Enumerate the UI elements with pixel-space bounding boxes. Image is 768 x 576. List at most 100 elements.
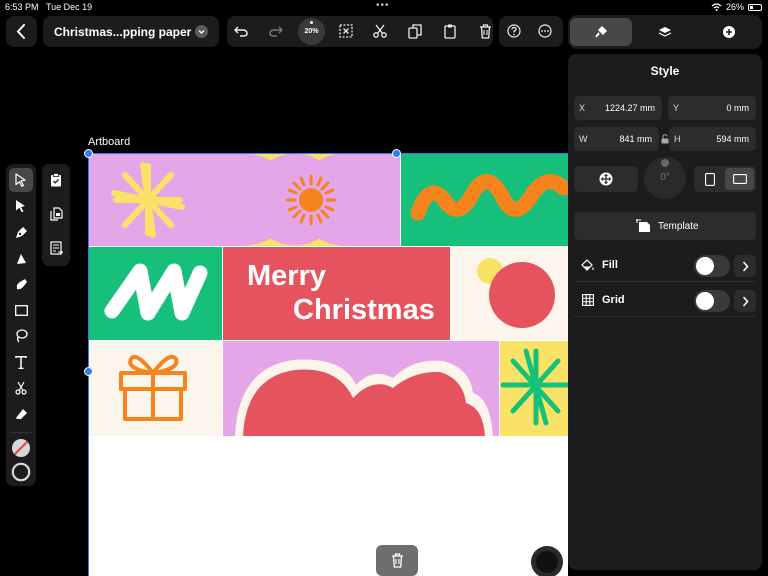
pencil-tool[interactable] [9,246,33,270]
paste-icon[interactable] [440,21,460,41]
app-window: 6:53 PM Tue Dec 19 ••• 26% Christmas...p… [0,0,768,576]
selection-edge-left [88,153,89,576]
tile-gift[interactable] [88,341,222,436]
tile-green-zigzag[interactable] [88,247,222,340]
status-bar: 6:53 PM Tue Dec 19 ••• 26% [0,0,768,14]
document-pages-icon [49,207,63,221]
chevron-down-icon [195,25,208,38]
back-button[interactable] [6,16,37,47]
assistive-touch-button[interactable] [531,546,563,576]
cut-icon[interactable] [370,21,390,41]
width-field[interactable]: W 841 mm [574,127,659,151]
height-label: H [674,134,681,144]
status-right: 26% [711,2,762,12]
tile-yellow-star[interactable] [500,341,568,436]
y-value: 0 mm [726,103,750,113]
tab-layers[interactable] [634,18,696,46]
more-options-icon[interactable] [536,22,554,40]
export-button[interactable] [44,236,68,260]
lasso-tool[interactable] [9,324,33,348]
tile-ornament[interactable] [451,247,568,340]
brush-icon [595,26,607,38]
floating-delete-button[interactable] [376,545,418,576]
template-label: Template [658,221,699,232]
text-icon [15,355,27,369]
grid-row: Grid [574,285,756,317]
tab-add[interactable] [698,18,760,46]
scissors-tool[interactable] [9,376,33,400]
status-date: Tue Dec 19 [46,2,93,12]
clipboard-button[interactable] [44,168,68,192]
tile-pink-hills[interactable] [223,341,499,436]
resize-handle-top-left[interactable] [84,149,93,158]
fill-label: Fill [602,259,618,271]
template-button[interactable]: Template [574,212,756,240]
headline-line-2[interactable]: Christmas [293,294,435,326]
zoom-indicator[interactable]: 20% [298,18,325,45]
selection-edge-top [88,153,568,154]
landscape-button[interactable] [725,168,754,190]
chevron-left-icon [16,24,25,39]
grid-more-button[interactable] [734,290,756,312]
grid-toggle[interactable] [694,290,730,312]
export-grid-icon [49,241,63,255]
brush-tool[interactable] [9,272,33,296]
artboard-empty-area [88,436,568,576]
grid-icon [582,294,594,306]
panel-title: Style [650,64,680,78]
arrow-pointer-icon [15,173,26,187]
stroke-color-swatch[interactable] [9,460,33,484]
document-title-button[interactable]: Christmas...pping paper [43,16,219,47]
sun-orange [285,174,337,226]
copy-icon[interactable] [405,21,425,41]
delete-icon[interactable] [475,21,495,41]
artboard-label: Artboard [88,136,131,148]
selection-tool[interactable] [9,168,33,192]
lasso-icon [15,329,28,343]
x-label: X [579,103,586,113]
portrait-icon [704,172,715,186]
redo-icon[interactable] [266,21,286,41]
x-field[interactable]: X 1224.27 mm [574,96,662,120]
multitask-dots[interactable]: ••• [376,0,390,11]
y-field[interactable]: Y 0 mm [668,96,756,120]
chevron-right-icon [742,260,749,272]
fill-row: Fill [574,250,756,282]
tool-palette [6,164,36,486]
fill-color-swatch[interactable] [9,436,33,460]
resize-handle-middle-left[interactable] [84,367,93,376]
width-value: 841 mm [619,134,652,144]
fill-toggle[interactable] [694,255,730,277]
pen-tool[interactable] [9,220,33,244]
node-pointer-icon [16,200,25,213]
help-icon[interactable] [505,22,523,40]
deselect-icon[interactable] [336,21,356,41]
height-field[interactable]: H 594 mm [669,127,756,151]
headline-line-1[interactable]: Merry [247,260,326,292]
artboard[interactable]: Merry Christmas [88,153,568,576]
position-button[interactable] [574,166,638,192]
paint-bucket-icon [581,259,594,271]
rotation-knob[interactable] [661,159,669,167]
page-button[interactable] [44,202,68,226]
portrait-button[interactable] [696,168,723,190]
layers-icon [658,26,672,37]
rotation-dial[interactable]: 0° [644,157,686,199]
text-tool[interactable] [9,350,33,374]
eraser-tool[interactable] [9,402,33,426]
status-time: 6:53 PM [5,2,39,12]
resize-handle-top-middle[interactable] [392,149,401,158]
tile-green-squiggle[interactable] [401,153,568,246]
battery-percent: 26% [725,2,744,12]
stroke-ring-icon [11,462,31,482]
width-label: W [579,134,588,144]
fill-more-button[interactable] [734,255,756,277]
shape-tool[interactable] [9,298,33,322]
tab-style[interactable] [570,18,632,46]
rectangle-icon [14,304,28,316]
artwork[interactable]: Merry Christmas [88,153,568,576]
grid-label: Grid [602,294,625,306]
undo-icon[interactable] [231,21,251,41]
direct-selection-tool[interactable] [9,194,33,218]
battery-icon [748,3,762,11]
